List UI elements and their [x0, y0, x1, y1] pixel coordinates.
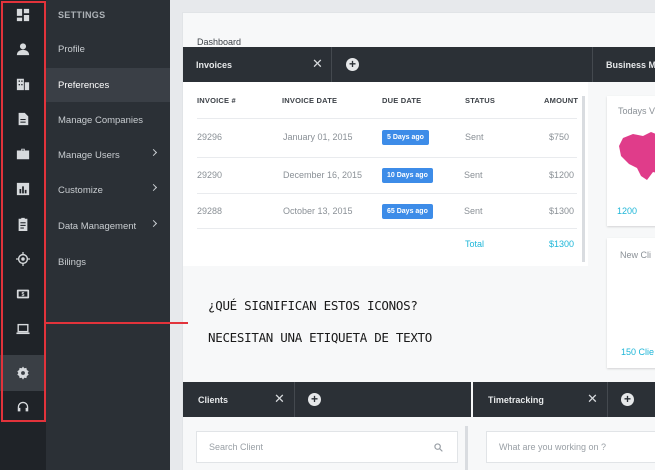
search-client-input[interactable]: Search Client — [196, 431, 458, 463]
page-title: Dashboard — [197, 37, 242, 47]
timetracking-panel-header: Timetracking ✕ + — [473, 382, 655, 417]
add-tab-icon[interactable]: + — [621, 393, 634, 406]
divider — [592, 47, 593, 82]
chevron-right-icon — [149, 183, 158, 192]
close-icon[interactable]: ✕ — [274, 391, 285, 407]
add-tab-icon[interactable]: + — [346, 58, 359, 71]
column-header-amount[interactable]: AMOUNT — [544, 96, 578, 105]
annotation-text: NECESITAN UNA ETIQUETA DE TEXTO — [208, 330, 432, 345]
briefcase-icon[interactable] — [0, 136, 46, 172]
sidebar-item-label: Profile — [58, 43, 85, 55]
sidebar-item-customize[interactable]: Customize — [46, 173, 170, 207]
svg-text:$: $ — [22, 292, 25, 298]
invoice-amount: $750 — [549, 132, 570, 142]
chevron-right-icon — [149, 148, 158, 157]
target-icon[interactable] — [0, 241, 46, 277]
total-value: $1300 — [549, 239, 575, 249]
icon-rail: $ — [0, 0, 46, 470]
search-placeholder: Search Client — [209, 442, 264, 452]
table-scrollbar[interactable] — [582, 96, 585, 262]
tab-timetracking[interactable]: Timetracking — [488, 395, 544, 405]
invoice-date: October 13, 2015 — [283, 206, 353, 216]
row-divider — [197, 228, 577, 229]
card-label: Todays V — [618, 106, 655, 116]
sidebar-item-manage-users[interactable]: Manage Users — [46, 138, 170, 172]
sidebar-item-label: Manage Users — [58, 149, 120, 161]
sidebar-item-preferences[interactable]: Preferences — [46, 68, 170, 102]
due-badge: 10 Days ago — [382, 168, 433, 183]
divider — [607, 382, 608, 417]
document-icon[interactable] — [0, 101, 46, 137]
building-icon[interactable] — [0, 66, 46, 102]
search-icon[interactable] — [434, 443, 443, 452]
sidebar-item-bilings[interactable]: Bilings — [46, 245, 170, 279]
row-divider — [197, 193, 577, 194]
divider — [331, 47, 332, 82]
chart-icon[interactable] — [0, 171, 46, 207]
tab-invoices[interactable]: Invoices — [196, 60, 232, 70]
sidebar-item-label: Customize — [58, 184, 103, 196]
sidebar-item-label: Preferences — [58, 79, 110, 91]
invoice-amount: $1300 — [549, 206, 575, 216]
total-label: Total — [465, 239, 485, 249]
todays-visits-card: Todays V 1200 — [607, 96, 655, 226]
card-label: New Cli — [620, 250, 652, 260]
sidebar-title: SETTINGS — [58, 10, 106, 20]
annotation-text: ¿QUÉ SIGNIFICAN ESTOS ICONOS? — [208, 298, 418, 313]
column-header-due-date[interactable]: DUE DATE — [382, 96, 421, 105]
time-entry-input[interactable]: What are you working on ? — [486, 431, 655, 463]
invoice-number[interactable]: 29296 — [197, 132, 222, 142]
invoice-amount: $1200 — [549, 170, 575, 180]
close-icon[interactable]: ✕ — [312, 56, 323, 72]
column-header-invoice[interactable]: INVOICE # — [197, 96, 236, 105]
clients-scrollbar[interactable] — [465, 426, 468, 470]
sidebar-item-label: Data Management — [58, 220, 137, 232]
tab-clients[interactable]: Clients — [198, 395, 228, 405]
invoice-number[interactable]: 29290 — [197, 170, 222, 180]
add-tab-icon[interactable]: + — [308, 393, 321, 406]
invoices-panel-header: Invoices ✕ + Business M — [183, 47, 655, 82]
chevron-right-icon — [149, 219, 158, 228]
card-value: 150 Clie — [621, 347, 655, 357]
annotation-pointer-line — [46, 322, 188, 324]
invoice-number[interactable]: 29288 — [197, 206, 222, 216]
settings-sidebar: SETTINGS Profile Preferences Manage Comp… — [46, 0, 170, 470]
sidebar-item-manage-companies[interactable]: Manage Companies — [46, 103, 170, 137]
due-badge: 65 Days ago — [382, 204, 433, 219]
invoice-date: December 16, 2015 — [283, 170, 363, 180]
column-header-status[interactable]: STATUS — [465, 96, 495, 105]
row-divider — [197, 118, 577, 119]
sidebar-item-data-management[interactable]: Data Management — [46, 209, 170, 243]
world-map-icon — [619, 132, 655, 180]
clients-panel-header: Clients ✕ + — [183, 382, 471, 417]
close-icon[interactable]: ✕ — [587, 391, 598, 407]
gear-icon[interactable] — [0, 355, 46, 391]
due-badge: 5 Days ago — [382, 130, 429, 145]
row-divider — [197, 157, 577, 158]
new-clients-card: New Cli 150 Clie — [607, 238, 655, 368]
tab-business[interactable]: Business M — [606, 60, 655, 70]
sidebar-item-label: Manage Companies — [58, 114, 144, 126]
divider — [294, 382, 295, 417]
laptop-icon[interactable] — [0, 311, 46, 347]
dashboard-icon[interactable] — [0, 0, 46, 33]
time-entry-placeholder: What are you working on ? — [499, 442, 607, 452]
invoice-status: Sent — [465, 132, 484, 142]
user-icon[interactable] — [0, 31, 46, 67]
invoice-date: January 01, 2015 — [283, 132, 353, 142]
sidebar-item-profile[interactable]: Profile — [46, 32, 170, 66]
card-value: 1200 — [617, 206, 638, 216]
invoice-status: Sent — [464, 206, 483, 216]
money-icon[interactable]: $ — [0, 276, 46, 312]
headset-icon[interactable] — [0, 389, 46, 425]
invoice-status: Sent — [464, 170, 483, 180]
clipboard-icon[interactable] — [0, 206, 46, 242]
sidebar-item-label: Bilings — [58, 256, 86, 268]
column-header-invoice-date[interactable]: INVOICE DATE — [282, 96, 337, 105]
